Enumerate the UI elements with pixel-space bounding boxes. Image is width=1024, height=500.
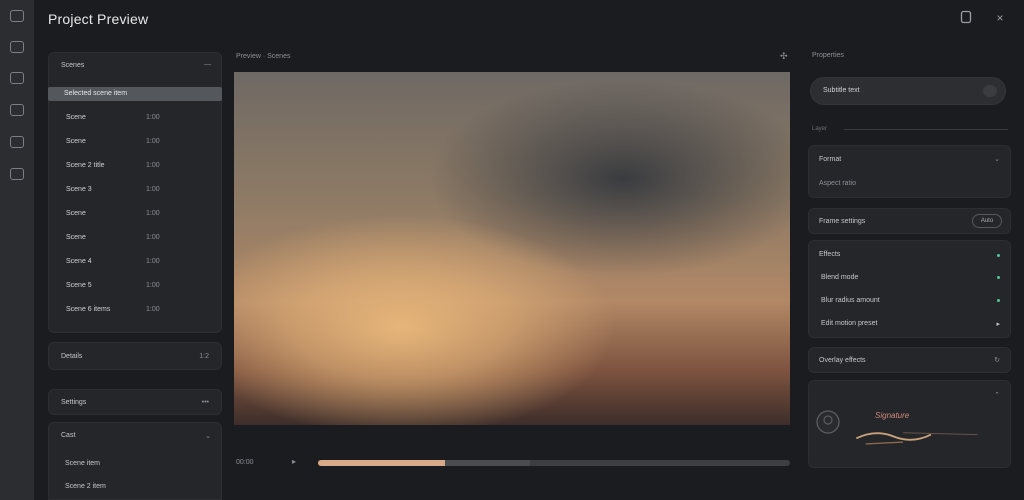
status-dot [997, 276, 1000, 279]
list-icon[interactable] [10, 72, 24, 84]
chevron-down-icon[interactable]: — [204, 61, 211, 68]
link-icon[interactable] [10, 168, 24, 180]
signature-card: ⌃ Signature [808, 380, 1011, 468]
scene-label: Scene 6 items [66, 306, 111, 313]
list-item[interactable]: Scene 2 title 1:00 [66, 162, 176, 174]
buffered-bar [445, 460, 531, 466]
cast-section: Cast ⌄ Scene item Scene 2 item [48, 422, 222, 500]
list-item[interactable]: Blend mode [821, 274, 858, 281]
play-icon[interactable]: ▸ [292, 457, 296, 466]
details-section[interactable]: Details 1:2 [48, 342, 222, 370]
details-label: Details [61, 353, 83, 360]
scene-value: 1:00 [146, 186, 160, 193]
settings-icon[interactable] [10, 104, 24, 116]
settings-label: Settings [61, 399, 87, 406]
effects-section: Effects Blend mode Blur radius amount Ed… [808, 240, 1011, 338]
signature-graphic [855, 432, 978, 445]
status-dot [997, 299, 1000, 302]
effects-header: Effects [819, 251, 841, 258]
overlay-label: Overlay effects [819, 357, 866, 364]
list-item[interactable]: Edit motion preset [821, 320, 877, 327]
scene-value: 1:00 [146, 138, 160, 145]
properties-title: Properties [812, 52, 844, 59]
subtitle-field-value: Subtitle text [823, 87, 860, 94]
scene-value: 1:00 [146, 210, 160, 217]
overlay-section[interactable]: Overlay effects ↻ [808, 347, 1011, 373]
image-icon[interactable] [10, 41, 24, 53]
aspect-ratio-value[interactable]: Aspect ratio [819, 180, 856, 187]
app-title: Project Preview [48, 11, 149, 27]
chevron-down-icon[interactable]: ⌄ [205, 432, 211, 440]
list-item[interactable]: Scene 1:00 [66, 210, 176, 222]
selected-scene-row[interactable]: Selected scene item [48, 87, 222, 101]
list-item[interactable]: Scene 1:00 [66, 138, 176, 150]
chevron-right-icon[interactable]: ▸ [996, 320, 1000, 328]
export-icon[interactable] [10, 136, 24, 148]
divider-line [844, 129, 1008, 130]
status-dot [997, 254, 1000, 257]
scene-value: 1:00 [146, 282, 160, 289]
icon-rail [0, 0, 34, 500]
minimize-icon[interactable] [958, 10, 974, 26]
selected-scene-label: Selected scene item [64, 90, 128, 97]
avatar [816, 410, 840, 434]
list-item[interactable]: Blur radius amount [821, 297, 880, 304]
scene-label: Scene 4 [66, 258, 92, 265]
preview-header: Preview · Scenes [236, 53, 291, 60]
scene-value: 1:00 [146, 162, 160, 169]
cast-label: Cast [61, 432, 76, 439]
layer-divider: Layer [812, 126, 1008, 132]
chevron-up-icon[interactable]: ⌃ [994, 391, 1000, 399]
scene-label: Scene [66, 210, 86, 217]
subtitle-field[interactable]: Subtitle text [810, 77, 1006, 105]
scenes-header: Scenes [61, 62, 85, 69]
scene-label: Scene [66, 138, 86, 145]
auto-pill[interactable]: Auto [972, 214, 1002, 228]
playback-time: 00:00 [236, 459, 254, 466]
progress-fill [318, 460, 446, 466]
more-icon[interactable]: ••• [202, 399, 209, 406]
chevron-icon[interactable]: ⌄ [994, 155, 1000, 163]
list-item[interactable]: Scene 1:00 [66, 234, 176, 246]
scene-label: Scene 2 title [66, 162, 105, 169]
layer-divider-label: Layer [812, 126, 828, 132]
scene-value: 1:00 [146, 306, 160, 313]
format-section: Format ⌄ Aspect ratio [808, 145, 1011, 198]
preview-canvas[interactable] [234, 72, 790, 425]
details-value: 1:2 [199, 353, 209, 360]
refresh-icon[interactable]: ↻ [994, 356, 1000, 364]
list-item[interactable]: Scene item [65, 460, 100, 467]
frame-settings-label: Frame settings [819, 218, 866, 225]
settings-section[interactable]: Settings ••• [48, 389, 222, 415]
scene-value: 1:00 [146, 258, 160, 265]
close-icon[interactable]: × [992, 10, 1008, 26]
scene-value: 1:00 [146, 114, 160, 121]
signature-text: Signature [875, 411, 910, 420]
scene-label: Scene [66, 114, 86, 121]
format-header: Format [819, 156, 842, 163]
scene-label: Scene 5 [66, 282, 92, 289]
list-item[interactable]: Scene 2 item [65, 483, 106, 490]
list-item[interactable]: Scene 5 1:00 [66, 282, 176, 294]
list-item[interactable]: Scene 3 1:00 [66, 186, 176, 198]
list-item[interactable]: Scene 1:00 [66, 114, 176, 126]
list-item[interactable]: Scene 6 items 1:00 [66, 306, 176, 318]
progress-track[interactable] [318, 460, 790, 466]
scene-label: Scene [66, 234, 86, 241]
list-item[interactable]: Scene 4 1:00 [66, 258, 176, 270]
scene-value: 1:00 [146, 234, 160, 241]
scene-label: Scene 3 [66, 186, 92, 193]
layers-icon[interactable] [10, 10, 24, 22]
pin-icon[interactable]: ✣ [780, 51, 788, 62]
toggle-icon[interactable] [983, 85, 997, 97]
frame-settings-section[interactable]: Frame settings Auto [808, 208, 1011, 234]
